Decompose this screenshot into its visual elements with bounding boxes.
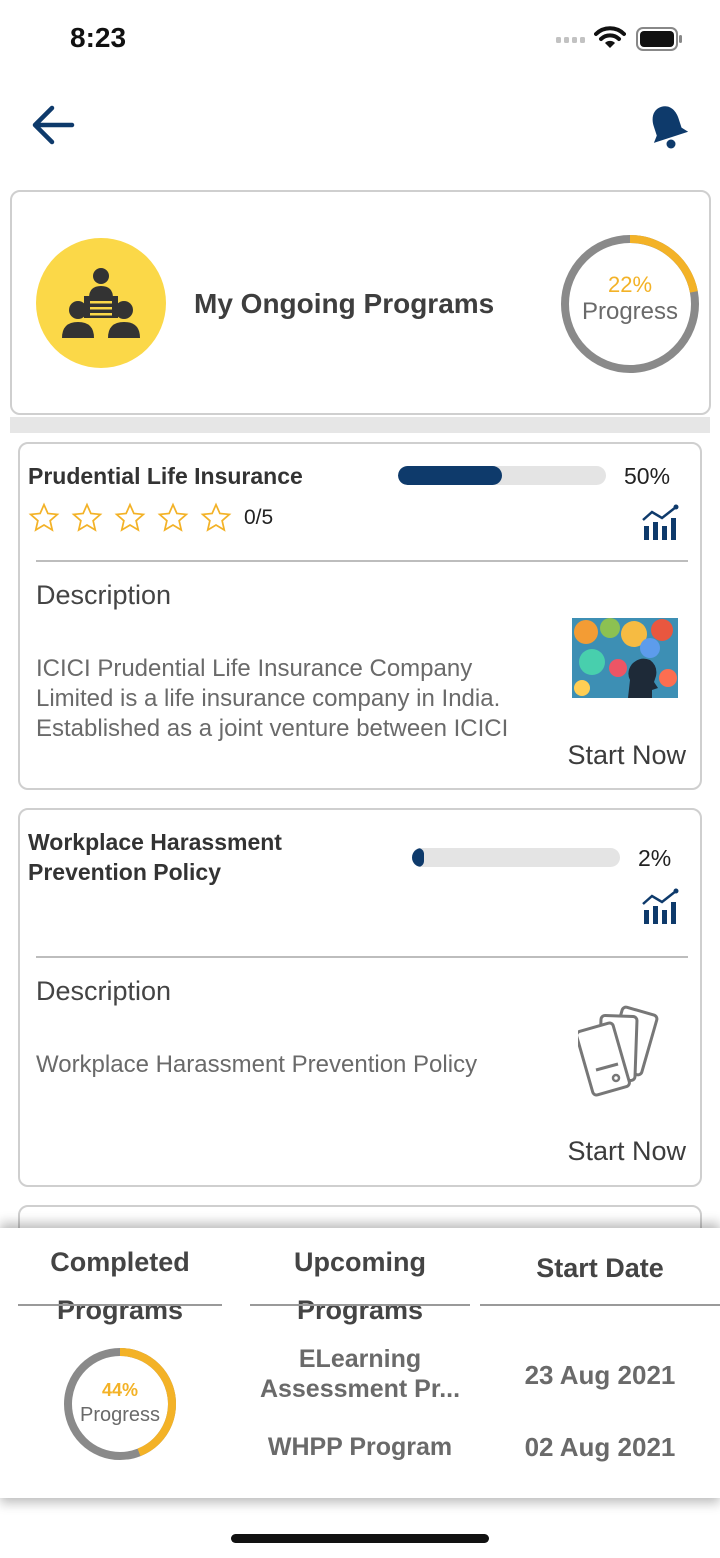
section-separator xyxy=(10,417,710,433)
completed-progress-label: Progress xyxy=(79,1404,161,1426)
progress-bar xyxy=(398,466,606,485)
column-divider xyxy=(480,1304,720,1306)
star-icon[interactable] xyxy=(114,502,146,534)
upcoming-program-date: 02 Aug 2021 xyxy=(524,1432,676,1462)
card-divider xyxy=(36,560,688,562)
description-text: Workplace Harassment Prevention Policy xyxy=(36,1051,478,1078)
progress-bar xyxy=(412,848,620,867)
completed-percent: 44% xyxy=(101,1380,139,1400)
card-divider xyxy=(36,956,688,958)
start-now-button[interactable]: Start Now xyxy=(567,1136,686,1167)
program-thumbnail xyxy=(572,618,678,698)
wifi-icon xyxy=(594,26,626,48)
completed-programs-heading: Completed Programs xyxy=(50,1247,190,1325)
home-indicator[interactable] xyxy=(231,1534,489,1543)
program-card[interactable]: Workplace Harassment Prevention Policy 2… xyxy=(18,808,702,1187)
upcoming-program-date: 23 Aug 2021 xyxy=(524,1360,676,1390)
progress-bar-fill xyxy=(412,848,425,867)
programs-summary-panel: Completed Programs Upcoming Programs Sta… xyxy=(0,1228,720,1498)
ongoing-summary-card: My Ongoing Programs 22% Progress xyxy=(10,190,711,415)
upcoming-programs-heading: Upcoming Programs xyxy=(294,1247,426,1325)
battery-icon xyxy=(636,27,682,51)
program-title: Workplace Harassment Prevention Policy xyxy=(28,829,282,885)
upcoming-program-item[interactable]: WHPP Program xyxy=(250,1432,470,1462)
star-icon[interactable] xyxy=(157,502,189,534)
description-heading: Description xyxy=(36,976,172,1006)
analytics-icon[interactable] xyxy=(640,504,680,542)
description-text: ICICI Prudential Life Insurance Company … xyxy=(36,655,509,742)
program-card[interactable]: Prudential Life Insurance 50% 0/5 Descri… xyxy=(18,442,702,790)
training-icon xyxy=(36,238,166,368)
progress-percent: 50% xyxy=(624,463,671,489)
analytics-icon[interactable] xyxy=(640,888,680,926)
signal-icon xyxy=(556,37,585,43)
cards-icon xyxy=(578,1005,659,1097)
progress-percent: 2% xyxy=(638,845,672,871)
start-date-heading: Start Date xyxy=(536,1253,664,1283)
top-nav xyxy=(0,80,720,180)
column-divider xyxy=(250,1304,470,1306)
star-icon[interactable] xyxy=(28,502,60,534)
status-bar: 8:23 xyxy=(0,0,720,80)
status-time: 8:23 xyxy=(70,22,127,53)
progress-percent: 22% xyxy=(607,272,653,297)
progress-bar-fill xyxy=(398,466,502,485)
progress-label: Progress xyxy=(581,298,679,325)
star-icon[interactable] xyxy=(71,502,103,534)
page-title: My Ongoing Programs xyxy=(194,288,495,319)
start-now-button[interactable]: Start Now xyxy=(567,740,686,771)
star-icon[interactable] xyxy=(200,502,232,534)
bell-icon[interactable] xyxy=(644,100,690,150)
arrow-left-icon[interactable] xyxy=(28,102,78,148)
program-title: Prudential Life Insurance xyxy=(28,463,303,489)
star-rating[interactable] xyxy=(28,502,232,534)
description-heading: Description xyxy=(36,580,172,610)
rating-value: 0/5 xyxy=(244,506,274,529)
upcoming-program-item[interactable]: ELearning Assessment Pr... xyxy=(250,1344,470,1404)
column-divider xyxy=(18,1304,222,1306)
